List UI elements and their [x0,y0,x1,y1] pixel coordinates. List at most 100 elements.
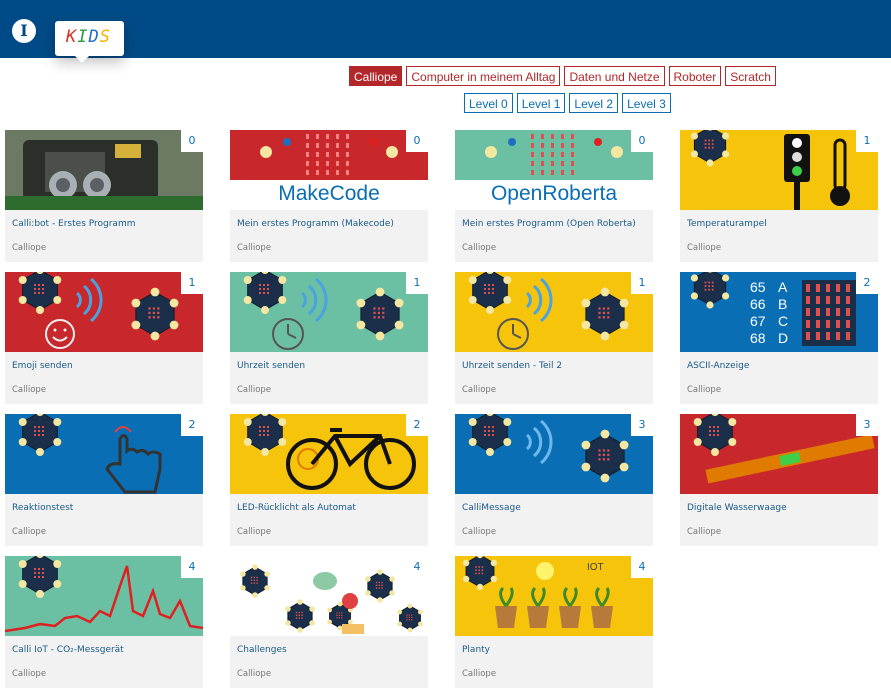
course-title[interactable]: Uhrzeit senden - Teil 2 [462,361,562,371]
course-card[interactable]: 2 Reaktionstest Calliope [5,414,203,546]
course-card[interactable]: MakeCode 0 Mein erstes Programm (Makecode)… [230,130,428,262]
course-thumbnail[interactable]: IOT [455,556,653,636]
svg-text:IOT: IOT [587,562,604,573]
level-filter-3[interactable]: Level 3 [622,93,671,113]
svg-text:A: A [778,279,788,295]
course-card[interactable]: IOT 4 Planty Calliope [455,556,653,688]
category-filter-calliope[interactable]: Calliope [349,66,403,86]
course-title[interactable]: CalliMessage [462,503,521,513]
course-category: Calliope [462,527,497,537]
course-thumbnail[interactable] [230,414,428,494]
level-badge: 3 [856,414,878,436]
category-filter-roboter[interactable]: Roboter [668,66,722,86]
svg-text:68: 68 [750,330,766,346]
level-badge: 4 [631,556,653,578]
course-category: Calliope [12,385,47,395]
course-thumbnail[interactable] [230,272,428,352]
category-filter-scratch[interactable]: Scratch [725,66,776,86]
course-card[interactable]: 0 Calli:bot - Erstes Programm Calliope [5,130,203,262]
level-badge: 2 [181,414,203,436]
course-category: Calliope [687,385,722,395]
course-card[interactable]: OpenRoberta 0 Mein erstes Programm (Open R… [455,130,653,262]
course-title[interactable]: Temperaturampel [687,219,767,229]
course-category: Calliope [12,669,47,679]
course-thumbnail[interactable]: OpenRoberta [455,130,653,210]
course-category: Calliope [12,243,47,253]
kids-letter: I [77,27,89,47]
level-badge: 1 [406,272,428,294]
course-title[interactable]: Calli:bot - Erstes Programm [12,219,135,229]
category-filter-computer-in-meinem-alltag[interactable]: Computer in meinem Alltag [406,66,561,86]
course-category: Calliope [687,527,722,537]
course-category: Calliope [462,243,497,253]
course-title[interactable]: Emoji senden [12,361,73,371]
course-card[interactable]: 65 A 66 B 67 C 68 D 2 ASCII-Anzeige Calliope [680,272,878,404]
course-thumbnail[interactable] [680,414,878,494]
level-badge: 1 [856,130,878,152]
level-badge: 3 [631,414,653,436]
course-title[interactable]: Reaktionstest [12,503,73,513]
course-category: Calliope [462,385,497,395]
level-badge: 4 [406,556,428,578]
course-thumbnail[interactable] [455,272,653,352]
course-thumbnail[interactable] [5,414,203,494]
course-card[interactable]: 1 Uhrzeit senden Calliope [230,272,428,404]
level-badge: 1 [181,272,203,294]
course-category: Calliope [237,527,272,537]
course-thumbnail[interactable] [680,130,878,210]
course-card[interactable]: 3 Digitale Wasserwaage Calliope [680,414,878,546]
course-title[interactable]: Challenges [237,645,287,655]
top-bar [0,0,891,58]
course-thumbnail[interactable]: MakeCode [230,130,428,210]
level-filter-2[interactable]: Level 2 [569,93,619,113]
course-category: Calliope [237,669,272,679]
course-category: Calliope [237,243,272,253]
category-filters: Calliope Computer in meinem Alltag Daten u… [349,66,776,86]
svg-text:65: 65 [750,279,766,295]
kids-logo[interactable]: KIDS [55,21,124,63]
course-card[interactable]: 4 Calli IoT - CO₂-Messgerät Calliope [5,556,203,688]
course-thumbnail[interactable] [5,556,203,636]
course-card[interactable]: 1 Emoji senden Calliope [5,272,203,404]
svg-text:C: C [778,313,788,329]
course-thumbnail[interactable] [5,272,203,352]
level-badge: 1 [631,272,653,294]
svg-text:66: 66 [750,296,766,312]
level-filter-0[interactable]: Level 0 [464,93,513,113]
course-category: Calliope [237,385,272,395]
info-button[interactable]: I [12,19,36,43]
course-card[interactable]: 3 CalliMessage Calliope [455,414,653,546]
category-filter-daten-und-netze[interactable]: Daten und Netze [564,66,665,86]
course-title[interactable]: LED-Rücklicht als Automat [237,503,356,513]
course-card[interactable]: 2 LED-Rücklicht als Automat Calliope [230,414,428,546]
course-title[interactable]: Mein erstes Programm (Open Roberta) [462,219,636,229]
level-badge: 2 [406,414,428,436]
course-title[interactable]: Mein erstes Programm (Makecode) [237,219,394,229]
kids-logo-text: KIDS [66,27,111,47]
course-title[interactable]: Planty [462,645,490,655]
course-title[interactable]: Calli IoT - CO₂-Messgerät [12,645,124,655]
course-thumbnail[interactable]: 65 A 66 B 67 C 68 D [680,272,878,352]
course-title[interactable]: Digitale Wasserwaage [687,503,787,513]
course-thumbnail-banner: MakeCode [230,180,428,210]
svg-text:D: D [778,330,788,346]
kids-letter: S [99,27,111,47]
course-card[interactable]: 4 Challenges Calliope [230,556,428,688]
course-title[interactable]: ASCII-Anzeige [687,361,749,371]
course-title[interactable]: Uhrzeit senden [237,361,305,371]
level-filter-1[interactable]: Level 1 [516,93,566,113]
course-card[interactable]: 1 Uhrzeit senden - Teil 2 Calliope [455,272,653,404]
level-badge: 0 [181,130,203,152]
course-thumbnail[interactable] [5,130,203,210]
level-badge: 4 [181,556,203,578]
level-filters: Level 0 Level 1 Level 2 Level 3 [464,93,671,113]
course-card[interactable]: 1 Temperaturampel Calliope [680,130,878,262]
level-badge: 2 [856,272,878,294]
course-thumbnail[interactable] [455,414,653,494]
course-category: Calliope [462,669,497,679]
course-thumbnail[interactable] [230,556,428,636]
course-thumbnail-banner: OpenRoberta [455,180,653,210]
course-category: Calliope [12,527,47,537]
kids-letter: K [66,27,78,47]
kids-letter: D [88,27,100,47]
